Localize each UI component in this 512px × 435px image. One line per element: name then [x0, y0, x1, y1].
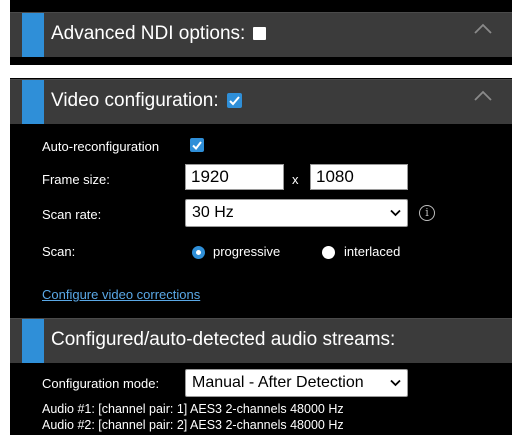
radio-interlaced-label[interactable]: interlaced	[344, 244, 400, 259]
auto-reconfig-checkbox[interactable]	[190, 138, 204, 152]
header-accent-bar	[22, 13, 44, 57]
radio-interlaced[interactable]	[322, 246, 335, 259]
audio-stream-item: Audio #1: [channel pair: 1] AES3 2-chann…	[42, 402, 344, 416]
config-mode-value: Manual - After Detection	[192, 374, 364, 391]
chevron-down-icon	[390, 209, 401, 217]
audio-streams-header: Configured/auto-detected audio streams:	[10, 318, 512, 363]
advanced-ndi-header[interactable]: Advanced NDI options:	[10, 12, 512, 57]
frame-size-separator: x	[292, 172, 299, 187]
auto-reconfig-label: Auto-reconfiguration	[42, 139, 160, 154]
radio-progressive[interactable]	[192, 246, 205, 259]
config-mode-label: Configuration mode:	[42, 376, 160, 391]
frame-height-input[interactable]: 1080	[310, 164, 408, 190]
chevron-up-icon[interactable]	[472, 19, 494, 41]
checkmark-icon	[228, 96, 240, 106]
header-accent-bar	[22, 80, 44, 124]
audio-streams-title: Configured/auto-detected audio streams:	[51, 329, 396, 350]
video-config-label: Video configuration:	[51, 90, 219, 111]
scan-rate-value: 30 Hz	[192, 204, 234, 221]
header-accent-bar	[22, 319, 44, 363]
scan-rate-label: Scan rate:	[42, 207, 102, 222]
advanced-ndi-label: Advanced NDI options:	[51, 23, 246, 44]
checkmark-icon	[192, 141, 202, 151]
frame-size-label: Frame size:	[42, 172, 110, 187]
video-config-header[interactable]: Video configuration:	[10, 79, 512, 124]
advanced-ndi-title: Advanced NDI options:	[51, 23, 267, 45]
configure-video-corrections-link[interactable]: Configure video corrections	[42, 287, 200, 302]
chevron-up-icon[interactable]	[472, 86, 494, 108]
video-config-title: Video configuration:	[51, 90, 242, 112]
scan-label: Scan:	[42, 244, 76, 259]
info-icon[interactable]: i	[419, 205, 435, 221]
chevron-down-icon	[390, 379, 401, 387]
frame-width-input[interactable]: 1920	[185, 164, 284, 190]
scan-rate-select[interactable]: 30 Hz	[185, 199, 408, 227]
config-mode-select[interactable]: Manual - After Detection	[185, 369, 408, 397]
audio-stream-item: Audio #2: [channel pair: 2] AES3 2-chann…	[42, 418, 344, 432]
video-config-checkbox[interactable]	[226, 93, 242, 108]
advanced-ndi-checkbox[interactable]	[253, 27, 267, 40]
radio-progressive-label[interactable]: progressive	[213, 244, 280, 259]
